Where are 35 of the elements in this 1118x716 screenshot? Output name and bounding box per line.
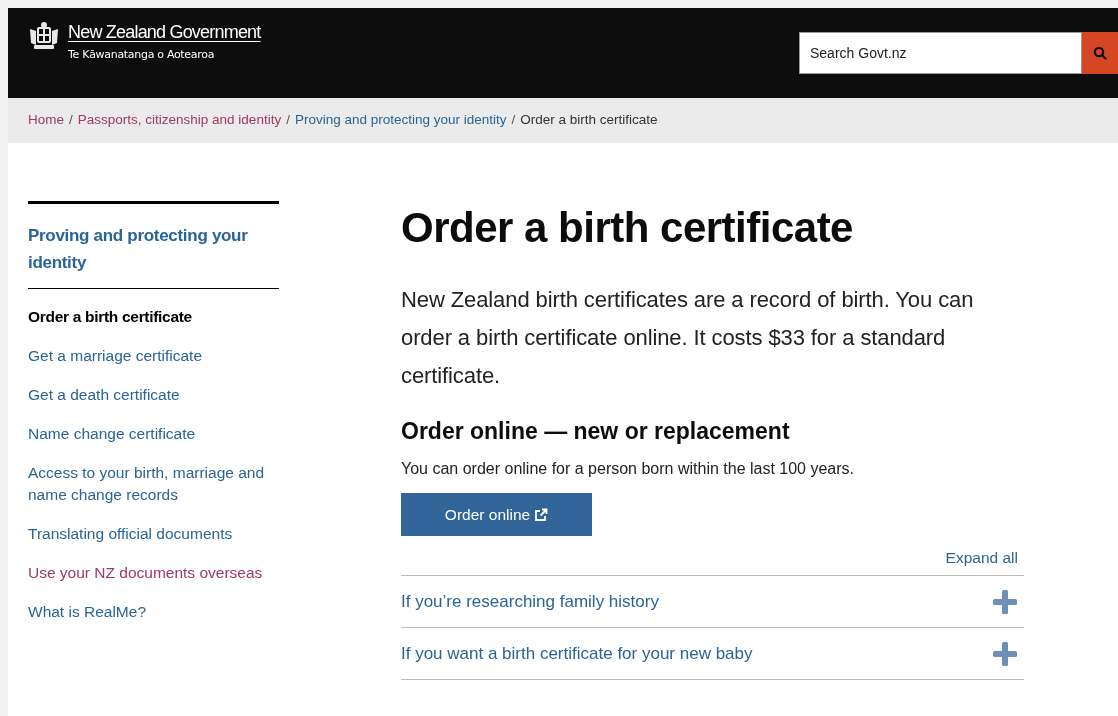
breadcrumb-separator: / <box>69 111 73 130</box>
external-link-icon <box>534 507 549 522</box>
sidebar-link[interactable]: What is RealMe? <box>28 601 273 623</box>
section-text: You can order online for a person born within the last 100 years. <box>401 459 856 479</box>
section-heading: Order online — new or replacement <box>401 417 791 446</box>
sidebar-link[interactable]: Get a marriage certificate <box>28 345 273 367</box>
sidebar-link[interactable]: Access to your birth, marriage and name change records <box>28 462 273 506</box>
search-button[interactable] <box>1082 32 1118 74</box>
logo-subtitle: Te Kāwanatanga o Aotearoa <box>68 46 216 63</box>
accordion-header[interactable]: If you want a birth certificate for your new baby <box>401 628 1024 681</box>
sidebar-link[interactable]: Order a birth certificate <box>28 306 273 328</box>
breadcrumb-link[interactable]: Proving and protecting your identity <box>294 110 507 131</box>
breadcrumb-link[interactable]: Home <box>28 110 64 131</box>
sidebar-link[interactable]: Use your NZ documents overseas <box>28 562 273 584</box>
sidebar-heading[interactable]: Proving and protecting your identity <box>28 222 279 276</box>
coat-of-arms-icon <box>28 20 60 51</box>
breadcrumb-link[interactable]: Passports, citizenship and identity <box>77 110 282 131</box>
breadcrumb-separator: / <box>511 111 516 130</box>
accordion-title: If you’re researching family history <box>401 591 659 613</box>
logo-title[interactable]: New Zealand Government <box>68 20 261 43</box>
intro-paragraph: New Zealand birth certificates are a record of birth. You can order a birth certificate online. It costs $33 for a standard certificate. <box>401 286 975 390</box>
expand-all-link[interactable]: Expand all <box>945 546 1018 570</box>
plus-icon <box>992 640 1018 667</box>
breadcrumb-separator: / <box>286 111 290 130</box>
page-title: Order a birth certificate <box>401 203 854 253</box>
sidebar-link[interactable]: Get a death certificate <box>28 384 273 406</box>
accordion-title: If you want a birth certificate for your new baby <box>401 643 753 665</box>
search-icon <box>1093 46 1107 60</box>
order-online-button[interactable]: Order online <box>401 493 592 536</box>
sidebar-link[interactable]: Name change certificate <box>28 423 273 445</box>
sidebar-link[interactable]: Translating official documents <box>28 523 273 545</box>
plus-icon <box>992 588 1018 615</box>
search-field[interactable]: Search Govt.nz <box>799 32 1082 74</box>
accordion-header[interactable]: If you’re researching family history <box>401 576 1024 629</box>
breadcrumb-current: Order a birth certificate <box>520 111 658 130</box>
